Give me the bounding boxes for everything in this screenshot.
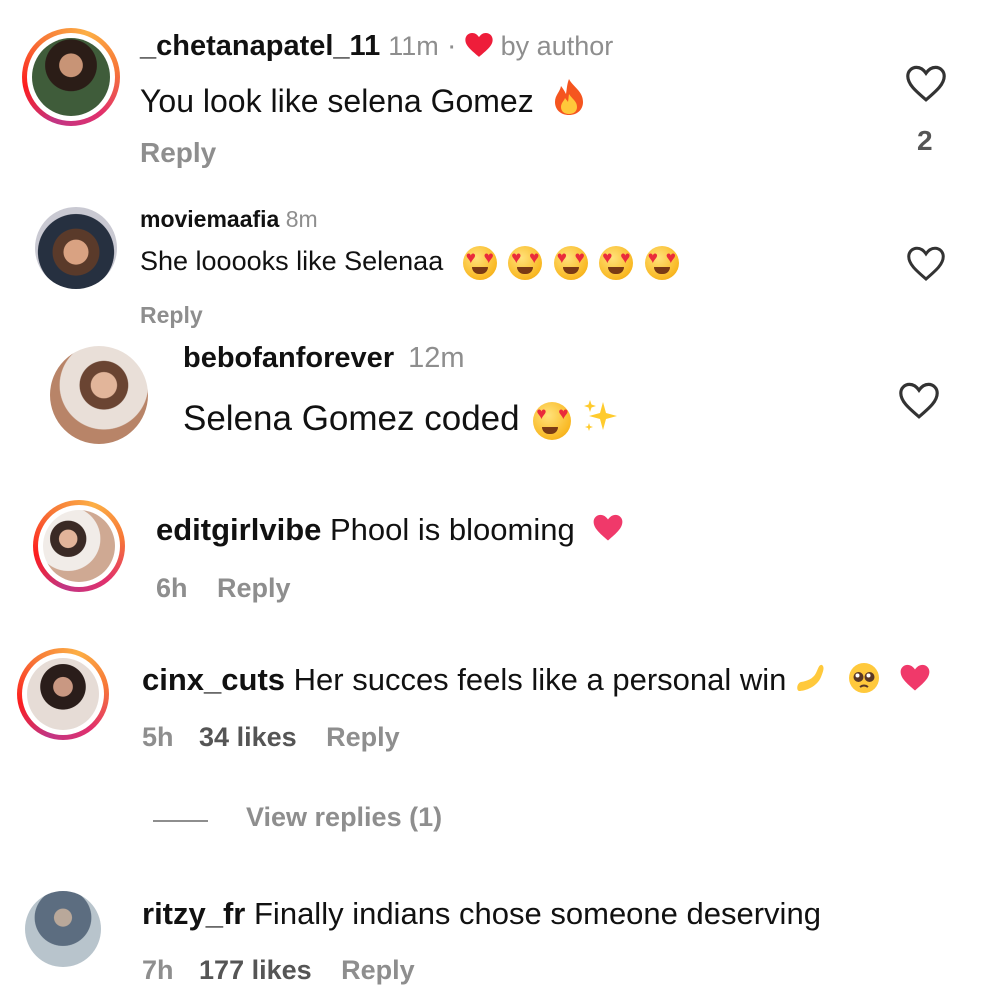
reply-button[interactable]: Reply	[217, 573, 291, 603]
comment-text: Her succes feels like a personal win	[293, 662, 787, 698]
username[interactable]: editgirlvibe	[156, 512, 321, 547]
reply-button[interactable]: Reply	[326, 722, 400, 752]
timestamp: 8m	[285, 206, 318, 232]
sparkles-emoji	[581, 396, 621, 445]
comment-text: Selena Gomez coded	[183, 398, 520, 438]
heart-eyes-emoji	[553, 246, 588, 280]
username[interactable]: _chetanapatel_11	[140, 30, 380, 62]
timestamp: 5h	[142, 722, 174, 752]
username[interactable]: bebofanforever	[183, 342, 394, 374]
fire-icon	[551, 78, 587, 124]
comment-text: Finally indians chose someone deserving	[254, 896, 821, 931]
reply-button[interactable]: Reply	[341, 955, 415, 985]
avatar[interactable]	[35, 207, 117, 289]
comment-text: You look like selena Gomez	[140, 83, 534, 119]
view-replies-divider	[153, 820, 208, 822]
avatar[interactable]	[50, 346, 148, 444]
like-heart-icon[interactable]	[905, 65, 947, 103]
timestamp: 12m	[408, 342, 465, 374]
avatar[interactable]	[25, 891, 101, 967]
pleading-face-emoji	[848, 662, 880, 702]
like-count: 2	[917, 125, 933, 156]
username[interactable]: cinx_cuts	[142, 662, 285, 697]
reply-button[interactable]: Reply	[140, 302, 203, 329]
timestamp: 6h	[156, 573, 188, 603]
comment-text: She looooks like Selenaa	[140, 246, 444, 277]
username[interactable]: ritzy_fr	[142, 896, 245, 931]
comment-text: Phool is blooming	[330, 512, 575, 547]
author-heart-icon	[464, 33, 493, 66]
pinching-hand-emoji	[795, 661, 829, 703]
likes-count[interactable]: 34 likes	[199, 722, 297, 752]
heart-eyes-emoji	[533, 401, 572, 440]
pink-heart-emoji	[591, 513, 625, 551]
separator: ·	[446, 30, 457, 62]
username[interactable]: moviemaafia	[140, 206, 279, 232]
heart-eyes-emoji	[508, 246, 543, 280]
heart-eyes-emoji	[462, 246, 497, 280]
heart-eyes-emoji	[644, 246, 679, 280]
avatar[interactable]	[43, 510, 115, 582]
heart-eyes-emoji	[599, 246, 634, 280]
likes-count[interactable]: 177 likes	[199, 955, 312, 985]
like-heart-icon[interactable]	[905, 246, 947, 282]
view-replies-button[interactable]: View replies (1)	[246, 802, 442, 833]
avatar[interactable]	[32, 38, 110, 116]
timestamp: 11m	[388, 31, 439, 61]
red-heart-emoji	[898, 663, 932, 701]
avatar[interactable]	[27, 658, 99, 730]
liked-by-author-label: by author	[500, 31, 614, 61]
reply-button[interactable]: Reply	[140, 137, 216, 169]
timestamp: 7h	[142, 955, 174, 985]
like-heart-icon[interactable]	[897, 382, 941, 420]
